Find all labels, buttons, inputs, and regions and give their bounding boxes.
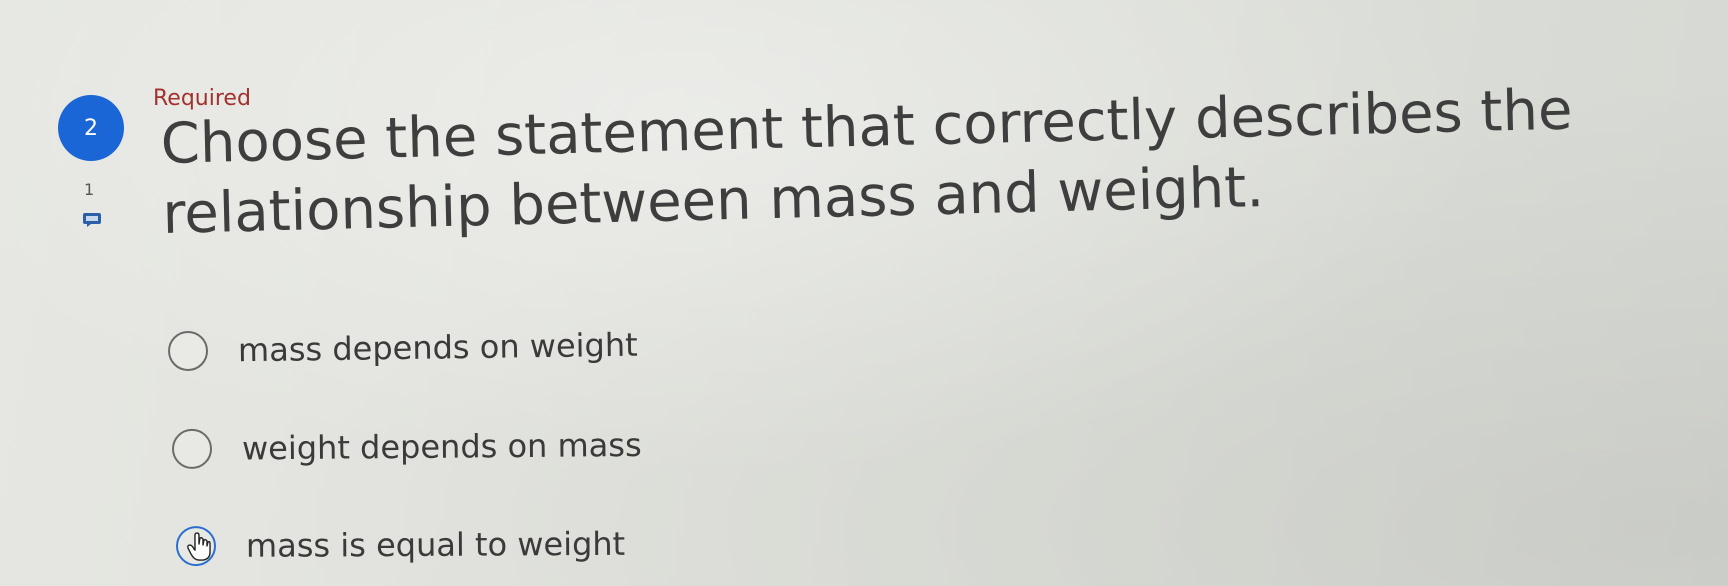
radio-button[interactable] [167, 330, 209, 372]
radio-button[interactable] [171, 428, 213, 470]
question-title: Choose the statement that correctly desc… [160, 77, 1574, 247]
radio-button[interactable] [175, 525, 217, 567]
answer-option-label: mass is equal to weight [245, 524, 626, 565]
comment-icon[interactable] [82, 212, 102, 227]
hand-pointer-icon [187, 532, 211, 561]
comment-count: 1 [84, 180, 95, 199]
answer-option[interactable]: mass depends on weight [167, 325, 638, 372]
answer-option-label: weight depends on mass [241, 425, 642, 468]
answer-option-label: mass depends on weight [237, 325, 638, 370]
answer-option[interactable]: mass is equal to weight [175, 524, 626, 567]
answer-option[interactable]: weight depends on mass [171, 425, 642, 470]
question-number-badge: 2 [58, 95, 124, 161]
